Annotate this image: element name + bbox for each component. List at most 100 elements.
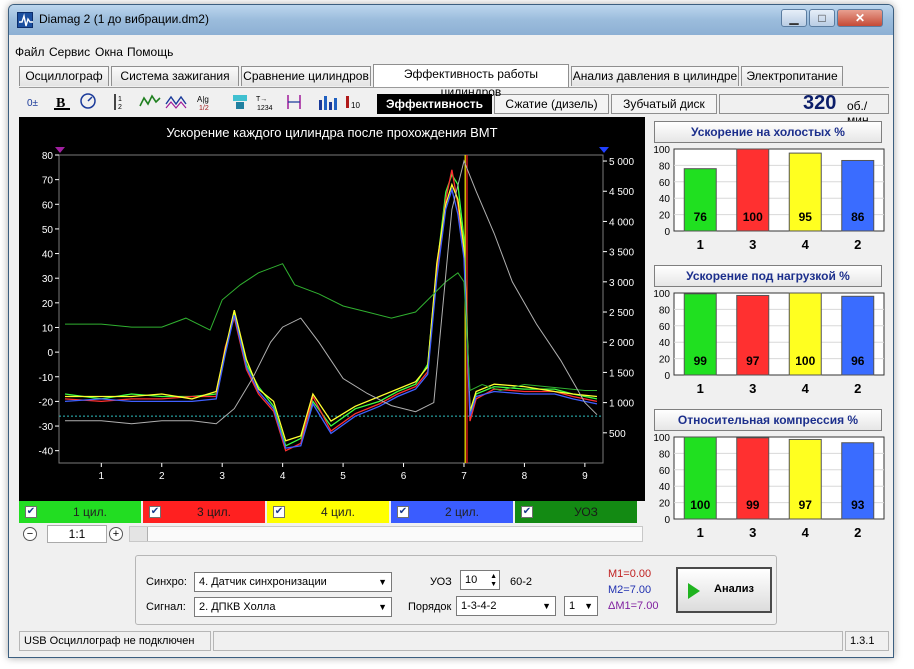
marker-delta: ΔM1=7.00 [608,600,659,612]
rpm-value: 320 [803,92,837,114]
checkbox[interactable]: ✔ [521,506,533,518]
chevron-down-icon: ▼ [378,602,387,612]
y-left-tick-label: -10 [39,373,54,384]
h10-icon[interactable]: 10 [343,92,365,112]
minimize-button[interactable]: ▁ [781,9,807,27]
bar-value-label: 100 [743,210,763,224]
x-tick-label: 3 [219,471,225,482]
maximize-button[interactable]: □ [809,9,835,27]
tab-cylinder-efficiency[interactable]: Эффективность работы цилиндров [373,64,569,99]
x1234-icon[interactable]: T→ 1234 [255,92,277,112]
menu-service[interactable]: Сервис [49,45,90,59]
order-select[interactable]: 1-3-4-2 ▼ [456,596,556,616]
menu-windows[interactable]: Окна [95,45,123,59]
y-right-tick-label: 500 [609,429,626,440]
acceleration-chart[interactable]: Ускорение каждого цилиндра после прохожд… [19,117,645,501]
bold-b-icon[interactable]: B [51,92,73,112]
tab-pressure-analysis[interactable]: Анализ давления в цилиндре [571,66,739,86]
y-left-tick-label: 20 [42,299,54,310]
bar-value-label: 100 [795,354,815,368]
bar-tick-label: 20 [659,355,671,366]
bar-category-label: 4 [802,525,810,540]
spin-down-icon[interactable]: ▼ [490,581,497,589]
bar-tick-label: 60 [659,178,671,189]
left-marker-icon[interactable] [55,147,65,153]
bar-tick-label: 20 [659,211,671,222]
legend-cylinder-3[interactable]: ✔ 2 цил. [391,501,513,523]
y-left-tick-label: 0 [47,348,53,359]
signal-select[interactable]: 2. ДПКВ Холла ▼ [194,597,392,617]
zoom-bar: − 1:1 + [19,524,645,544]
legend-cylinder-0[interactable]: ✔ 1 цил. [19,501,141,523]
y-left-tick-label: -30 [39,422,54,433]
x-tick-label: 4 [280,471,286,482]
bar-tick-label: 80 [659,449,671,460]
legend-cylinder-4[interactable]: ✔ УОЗ [515,501,637,523]
uoz-spinner[interactable]: 10 ▲ ▼ [460,570,500,590]
bar-chart-icon[interactable] [317,92,339,112]
spin-up-icon[interactable]: ▲ [490,573,497,581]
bar-value-label: 93 [851,498,865,512]
bar-tick-label: 80 [659,305,671,316]
analysis-button[interactable]: Анализ [676,567,772,613]
chevron-down-icon: ▼ [378,577,387,587]
bar-value-label: 97 [799,498,813,512]
bar-value-label: 97 [746,354,760,368]
bar-value-label: 96 [851,354,865,368]
y-left-tick-label: 10 [42,323,54,334]
legend-cylinder-1[interactable]: ✔ 3 цил. [143,501,265,523]
checkbox[interactable]: ✔ [149,506,161,518]
marker-icon[interactable] [283,92,305,112]
main-tabs: Осциллограф Система зажигания Сравнение … [19,64,889,99]
tab-oscilloscope[interactable]: Осциллограф [19,66,109,86]
zoom-out-button[interactable]: − [23,527,37,541]
settings-panel: Синхро: 4. Датчик синхронизации ▼ Сигнал:… [135,555,777,625]
y-left-tick-label: 70 [42,176,54,187]
legend-cylinder-2[interactable]: ✔ 4 цил. [267,501,389,523]
bar-category-label: 3 [749,381,756,396]
subtab-toothed-disk[interactable]: Зубчатый диск [611,94,717,114]
tree-icon[interactable] [229,92,251,112]
bar-tick-label: 40 [659,482,671,493]
chart-title: Ускорение каждого цилиндра после прохожд… [166,125,497,140]
x-tick-label: 6 [401,471,407,482]
subtab-compression-diesel[interactable]: Сжатие (дизель) [494,94,609,114]
number-list-icon[interactable]: 12 [111,92,133,112]
signal-value: 2. ДПКВ Холла [199,601,276,613]
horizontal-scrollbar[interactable] [129,526,643,542]
order-num: 1 [569,600,576,612]
bar-tick-label: 60 [659,466,671,477]
tab-cylinder-compare[interactable]: Сравнение цилиндров [241,66,371,86]
multi-wave-icon[interactable] [165,92,187,112]
marker-m2: M2=7.00 [608,584,652,596]
series-line-5 [65,159,598,425]
bar-value-label: 99 [746,498,760,512]
bar-tick-label: 100 [653,433,670,444]
series-line-1 [64,169,598,452]
tab-power-supply[interactable]: Электропитание [741,66,843,86]
checkbox[interactable]: ✔ [25,506,37,518]
wave-icon[interactable] [139,92,161,112]
tab-ignition[interactable]: Система зажигания [111,66,239,86]
right-marker-icon[interactable] [599,147,609,153]
abs-icon[interactable]: A|g 1/2 [195,92,217,112]
checkbox[interactable]: ✔ [273,506,285,518]
order-num-select[interactable]: 1 ▼ [564,596,598,616]
y-right-tick-label: 3 000 [609,278,634,289]
scrollbar-thumb[interactable] [130,527,148,541]
series-line-0 [64,173,598,447]
legend-label: 2 цил. [445,505,479,519]
menu-file[interactable]: Файл [15,45,45,59]
checkbox[interactable]: ✔ [397,506,409,518]
menu-help[interactable]: Помощь [127,45,173,59]
close-button[interactable]: ✕ [837,9,883,27]
zoom-in-button[interactable]: + [109,527,123,541]
sync-select[interactable]: 4. Датчик синхронизации ▼ [194,572,392,592]
rpm-icon[interactable] [77,92,99,112]
chart-canvas: Ускорение каждого цилиндра после прохожд… [39,125,635,482]
title-bar: Diamag 2 (1 до вибрации.dm2) ▁ □ ✕ [9,5,893,35]
x-tick-label: 8 [522,471,528,482]
cursor-tool-icon[interactable]: 0± [25,92,47,112]
bar-group-title: Ускорение на холостых % [654,121,882,143]
y-right-tick-label: 1 500 [609,368,634,379]
